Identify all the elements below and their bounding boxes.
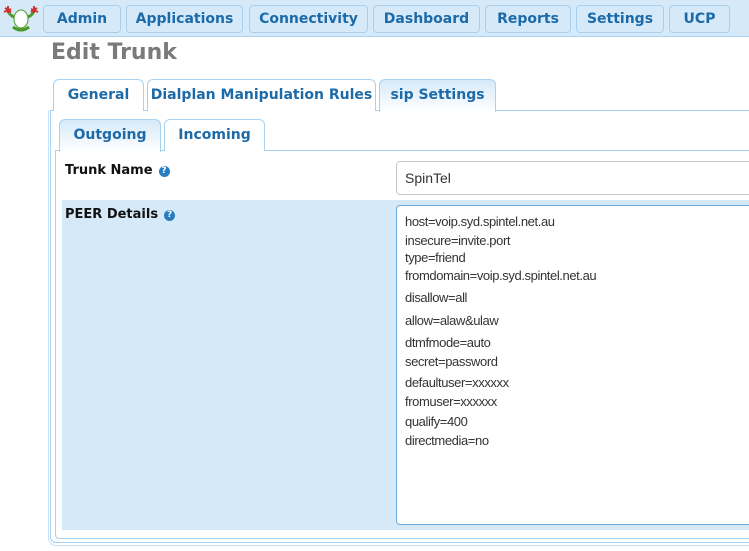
peer-details-label: PEER Details? <box>65 207 176 222</box>
trunk-name-label-text: Trunk Name <box>65 163 153 178</box>
top-nav-bar: Admin Applications Connectivity Dashboar… <box>0 0 749 37</box>
question-circle-icon[interactable]: ? <box>164 210 176 221</box>
nav-applications[interactable]: Applications <box>126 5 243 33</box>
trunk-name-input[interactable]: SpinTel <box>396 161 749 195</box>
nav-settings[interactable]: Settings <box>576 5 664 33</box>
peer-line: secret=password <box>405 353 498 369</box>
question-circle-icon[interactable]: ? <box>158 166 170 177</box>
tab-sip-settings[interactable]: sip Settings <box>379 79 496 112</box>
nav-reports[interactable]: Reports <box>485 5 571 33</box>
peer-line: fromuser=xxxxxx <box>405 394 497 409</box>
peer-details-textarea[interactable]: host=voip.syd.spintel.net.au insecure=in… <box>396 205 749 525</box>
tab-incoming[interactable]: Incoming <box>164 119 265 151</box>
peer-details-label-text: PEER Details <box>65 207 159 222</box>
tab-dialplan-manipulation-rules[interactable]: Dialplan Manipulation Rules <box>147 79 376 111</box>
peer-line: fromdomain=voip.syd.spintel.net.au <box>405 267 597 283</box>
peer-line: host=voip.syd.spintel.net.au <box>405 214 555 229</box>
tab-general[interactable]: General <box>53 79 144 111</box>
peer-line: disallow=all <box>405 290 468 305</box>
peer-line: type=friend <box>405 249 466 265</box>
nav-dashboard[interactable]: Dashboard <box>373 5 480 33</box>
nav-connectivity[interactable]: Connectivity <box>249 5 368 33</box>
nav-ucp[interactable]: UCP <box>669 5 730 33</box>
peer-line: qualify=400 <box>405 413 468 429</box>
peer-line: allow=alaw&ulaw <box>405 312 499 328</box>
trunk-name-label: Trunk Name? <box>65 163 170 178</box>
peer-line: defaultuser=xxxxxx <box>405 374 509 390</box>
nav-admin[interactable]: Admin <box>43 5 121 33</box>
peer-line: dtmfmode=auto <box>405 335 491 350</box>
peer-line: insecure=invite.port <box>405 232 511 248</box>
tab-outgoing[interactable]: Outgoing <box>59 119 161 152</box>
peer-line: directmedia=no <box>405 433 489 448</box>
freepbx-frog-icon[interactable] <box>3 3 39 33</box>
page-title: Edit Trunk <box>51 40 177 65</box>
